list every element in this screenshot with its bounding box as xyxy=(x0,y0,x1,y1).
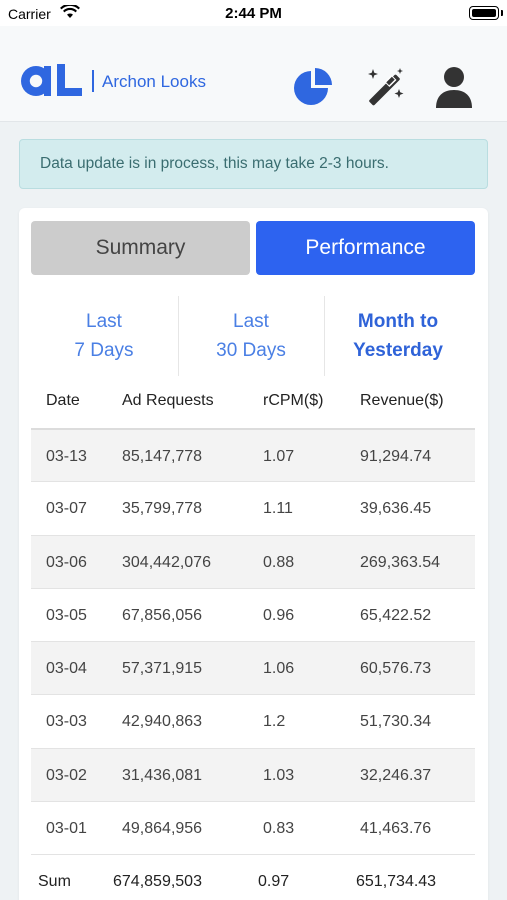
battery-icon xyxy=(469,6,499,20)
status-bar: Carrier 2:44 PM xyxy=(0,0,507,26)
pie-chart-icon[interactable] xyxy=(291,66,335,110)
range-line1: Last xyxy=(86,311,122,332)
sum-revenue: 651,734.43 xyxy=(356,873,437,891)
range-last-7-days[interactable]: Last 7 Days xyxy=(31,296,177,376)
cell-ad-requests: 35,799,778 xyxy=(122,500,203,518)
range-last-30-days[interactable]: Last 30 Days xyxy=(178,296,324,376)
app-header: Archon Looks xyxy=(0,26,507,122)
table-row[interactable]: 03-05 67,856,056 0.96 65,422.52 xyxy=(31,587,475,641)
sum-rcpm: 0.97 xyxy=(258,873,290,891)
user-icon[interactable] xyxy=(432,66,476,110)
table-row[interactable]: 03-02 31,436,081 1.03 32,246.37 xyxy=(31,747,475,802)
cell-revenue: 269,363.54 xyxy=(360,553,441,571)
cell-ad-requests: 57,371,915 xyxy=(122,660,203,678)
cell-date: 03-04 xyxy=(46,660,87,678)
cell-revenue: 39,636.45 xyxy=(360,500,432,518)
range-line1: Month to xyxy=(357,311,439,332)
cell-date: 03-03 xyxy=(46,713,87,731)
cell-revenue: 65,422.52 xyxy=(360,606,432,624)
cell-rcpm: 0.88 xyxy=(263,553,295,571)
cell-ad-requests: 304,442,076 xyxy=(122,553,211,571)
cell-revenue: 51,730.34 xyxy=(360,713,432,731)
header-ad-requests: Ad Requests xyxy=(122,392,214,409)
cell-rcpm: 1.11 xyxy=(263,500,293,518)
sum-ad-requests: 674,859,503 xyxy=(113,873,202,891)
cell-rcpm: 1.03 xyxy=(263,766,295,784)
range-line2: Yesterday xyxy=(353,340,443,361)
range-line2: 7 Days xyxy=(74,340,134,361)
cell-date: 03-06 xyxy=(46,553,87,571)
range-line1: Last xyxy=(233,311,269,332)
cell-rcpm: 1.2 xyxy=(263,713,286,731)
table-row[interactable]: 03-04 57,371,915 1.06 60,576.73 xyxy=(31,641,475,695)
cell-revenue: 60,576.73 xyxy=(360,660,432,678)
sum-label: Sum xyxy=(38,873,71,891)
cell-date: 03-01 xyxy=(46,820,87,838)
clock-time: 2:44 PM xyxy=(225,5,282,22)
tab-summary[interactable]: Summary xyxy=(31,221,250,275)
cell-ad-requests: 31,436,081 xyxy=(122,766,203,784)
cell-rcpm: 0.96 xyxy=(263,606,295,624)
cell-ad-requests: 85,147,778 xyxy=(122,448,203,465)
cell-date: 03-05 xyxy=(46,606,87,624)
cell-rcpm: 0.83 xyxy=(263,820,295,838)
logo-divider xyxy=(92,70,94,92)
performance-table: 03-13 85,147,778 1.07 91,294.74 03-07 35… xyxy=(31,428,475,900)
cell-date: 03-02 xyxy=(46,766,87,784)
cell-revenue: 91,294.74 xyxy=(360,448,432,465)
table-row[interactable]: 03-03 42,940,863 1.2 51,730.34 xyxy=(31,694,475,747)
cell-date: 03-13 xyxy=(46,448,87,465)
table-row[interactable]: 03-13 85,147,778 1.07 91,294.74 xyxy=(31,428,475,482)
sum-row: Sum 674,859,503 0.97 651,734.43 xyxy=(31,854,475,900)
table-row[interactable]: 03-07 35,799,778 1.11 39,636.45 xyxy=(31,481,475,534)
tab-performance[interactable]: Performance xyxy=(256,221,475,275)
header-date: Date xyxy=(46,392,80,409)
logo-text: Archon Looks xyxy=(102,72,206,91)
header-revenue: Revenue($) xyxy=(360,392,444,409)
header-rcpm: rCPM($) xyxy=(263,392,324,409)
range-month-to-yesterday[interactable]: Month to Yesterday xyxy=(325,296,471,376)
update-banner: Data update is in process, this may take… xyxy=(19,139,488,189)
cell-ad-requests: 67,856,056 xyxy=(122,606,203,624)
banner-message: Data update is in process, this may take… xyxy=(40,155,389,172)
archon-logo-icon xyxy=(20,64,84,105)
cell-rcpm: 1.07 xyxy=(263,448,295,465)
battery-tip xyxy=(501,10,503,16)
cell-ad-requests: 49,864,956 xyxy=(122,820,203,838)
magic-wand-icon[interactable] xyxy=(363,66,407,110)
cell-revenue: 32,246.37 xyxy=(360,766,432,784)
cell-rcpm: 1.06 xyxy=(263,660,295,678)
cell-date: 03-07 xyxy=(46,500,87,518)
range-line2: 30 Days xyxy=(216,340,286,361)
table-row[interactable]: 03-06 304,442,076 0.88 269,363.54 xyxy=(31,534,475,588)
cell-revenue: 41,463.76 xyxy=(360,820,432,838)
table-row[interactable]: 03-01 49,864,956 0.83 41,463.76 xyxy=(31,801,475,854)
cell-ad-requests: 42,940,863 xyxy=(122,713,203,731)
